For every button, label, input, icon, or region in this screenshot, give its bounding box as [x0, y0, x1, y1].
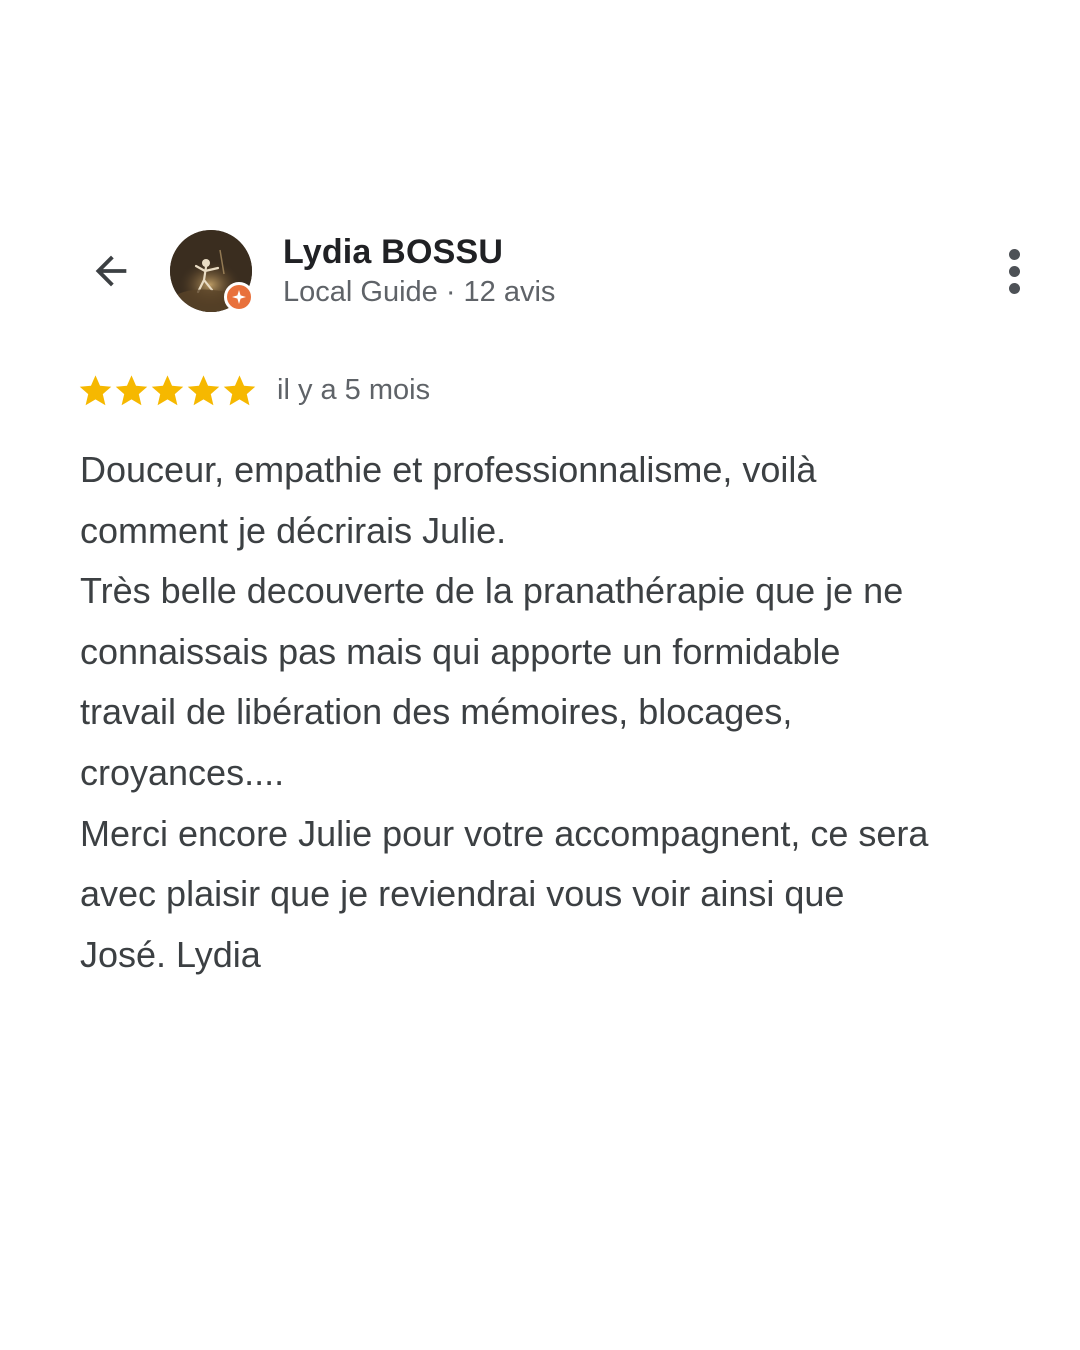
local-guide-badge-icon: [232, 290, 246, 304]
review-text-line: José. Lydia: [80, 933, 261, 975]
review-text-line: Très belle decouverte de la pranathérapi…: [80, 570, 904, 612]
review-text-line: connaissais pas mais qui apporte un form…: [80, 630, 841, 672]
review-body: Douceur, empathie et professionnalisme, …: [80, 440, 1060, 985]
star-rating: [78, 373, 257, 408]
star-icon: [151, 374, 184, 405]
more-vert-icon: [1008, 248, 1020, 260]
review-text-line: avec plaisir que je reviendrai vous voir…: [80, 873, 845, 915]
review-text-line: croyances....: [80, 751, 285, 793]
reviewer-name[interactable]: Lydia BOSSU: [283, 230, 503, 274]
star-icon: [223, 374, 256, 405]
local-guide-badge: [224, 282, 254, 312]
review-text-line: travail de libération des mémoires, bloc…: [80, 691, 793, 733]
star-icon: [115, 374, 148, 405]
rating-row: il y a 5 mois: [78, 370, 430, 410]
review-text-line: Douceur, empathie et professionnalisme, …: [80, 449, 817, 490]
more-vert-icon-dot: [1008, 265, 1020, 277]
arrow-back-icon: [95, 255, 127, 287]
review-header: Lydia BOSSU Local Guide · 12 avis: [0, 226, 1080, 318]
review-text-line: Merci encore Julie pour votre accompagne…: [80, 812, 929, 854]
review-date: il y a 5 mois: [277, 374, 431, 406]
star-icon: [79, 374, 112, 405]
reviewer-avatar[interactable]: [170, 230, 254, 314]
star-icon: [187, 374, 220, 405]
more-options-button[interactable]: [994, 244, 1034, 298]
more-vert-icon-dot: [1008, 282, 1020, 294]
reviewer-meta: Local Guide · 12 avis: [283, 276, 556, 308]
review-text-line: comment je décrirais Julie.: [80, 509, 507, 551]
back-button[interactable]: [84, 244, 138, 298]
